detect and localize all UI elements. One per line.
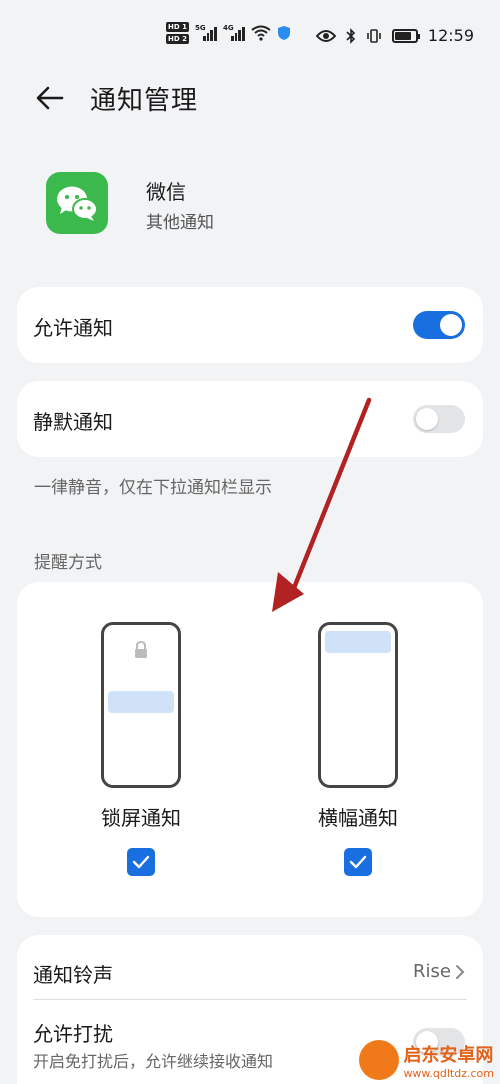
wechat-app-icon xyxy=(46,172,108,234)
ringtone-row[interactable]: 通知铃声 Rise xyxy=(17,935,483,999)
app-subtitle: 其他通知 xyxy=(146,213,214,233)
lockscreen-preview[interactable] xyxy=(101,622,181,788)
banner-label: 横幅通知 xyxy=(318,806,398,830)
ringtone-value-text: Rise xyxy=(413,961,451,982)
vibrate-icon xyxy=(367,28,381,43)
banner-preview[interactable] xyxy=(318,622,398,788)
header: 通知管理 xyxy=(0,78,500,118)
wifi-icon xyxy=(251,25,271,41)
watermark: 启东安卓网 www.qdltdz.com xyxy=(359,1040,494,1080)
silent-notifications-card: 静默通知 xyxy=(17,381,483,457)
allow-notifications-card: 允许通知 xyxy=(17,287,483,363)
checkmark-icon xyxy=(132,855,150,869)
toggle-knob xyxy=(440,314,462,336)
dnd-label: 允许打扰 xyxy=(33,1022,113,1046)
silent-notifications-hint: 一律静音，仅在下拉通知栏显示 xyxy=(34,478,272,498)
battery-icon xyxy=(391,28,420,43)
silent-notifications-label: 静默通知 xyxy=(33,410,113,434)
banner-checkbox[interactable] xyxy=(344,848,372,876)
signal-4g-icon: 4G xyxy=(223,24,245,41)
status-time: 12:59 xyxy=(427,26,474,45)
checkmark-icon xyxy=(349,855,367,869)
watermark-text: 启东安卓网 www.qdltdz.com xyxy=(403,1041,494,1080)
silent-notifications-toggle[interactable] xyxy=(413,405,465,433)
ringtone-label: 通知铃声 xyxy=(33,963,113,987)
watermark-logo-icon xyxy=(359,1040,400,1080)
allow-notifications-toggle[interactable] xyxy=(413,311,465,339)
lockscreen-checkbox[interactable] xyxy=(127,848,155,876)
eye-icon xyxy=(315,29,336,42)
wechat-logo-icon xyxy=(57,186,98,221)
ringtone-value: Rise xyxy=(413,961,465,982)
annotation-arrow-icon xyxy=(272,397,372,612)
app-name: 微信 xyxy=(146,180,186,204)
reminder-section-title: 提醒方式 xyxy=(34,553,102,573)
banner-preview-banner xyxy=(325,631,391,653)
dnd-subtitle: 开启免打扰后，允许继续接收通知 xyxy=(33,1052,274,1071)
hd-badge-1: HD 1 xyxy=(166,22,189,32)
reminder-card: 锁屏通知 横幅通知 xyxy=(17,582,483,917)
watermark-name: 启东安卓网 xyxy=(403,1044,494,1066)
lock-icon xyxy=(135,641,147,658)
status-bar: HD 1 HD 2 5G 4G 12:59 xyxy=(0,0,500,76)
shield-icon xyxy=(277,26,290,40)
toggle-knob xyxy=(416,408,438,430)
page-title: 通知管理 xyxy=(90,86,199,116)
allow-notifications-label: 允许通知 xyxy=(33,316,113,340)
chevron-right-icon xyxy=(456,964,465,979)
status-right: 12:59 xyxy=(315,26,474,45)
signal-5g-icon: 5G xyxy=(195,24,217,41)
back-arrow-icon[interactable] xyxy=(34,82,66,114)
watermark-url: www.qdltdz.com xyxy=(403,1066,494,1080)
lockscreen-banner xyxy=(108,691,174,713)
hd-badge-2: HD 2 xyxy=(166,34,189,44)
hd-badges: HD 1 HD 2 xyxy=(166,22,189,44)
bluetooth-icon xyxy=(346,27,356,44)
status-left: HD 1 HD 2 5G 4G xyxy=(166,22,291,44)
lockscreen-label: 锁屏通知 xyxy=(101,806,181,830)
